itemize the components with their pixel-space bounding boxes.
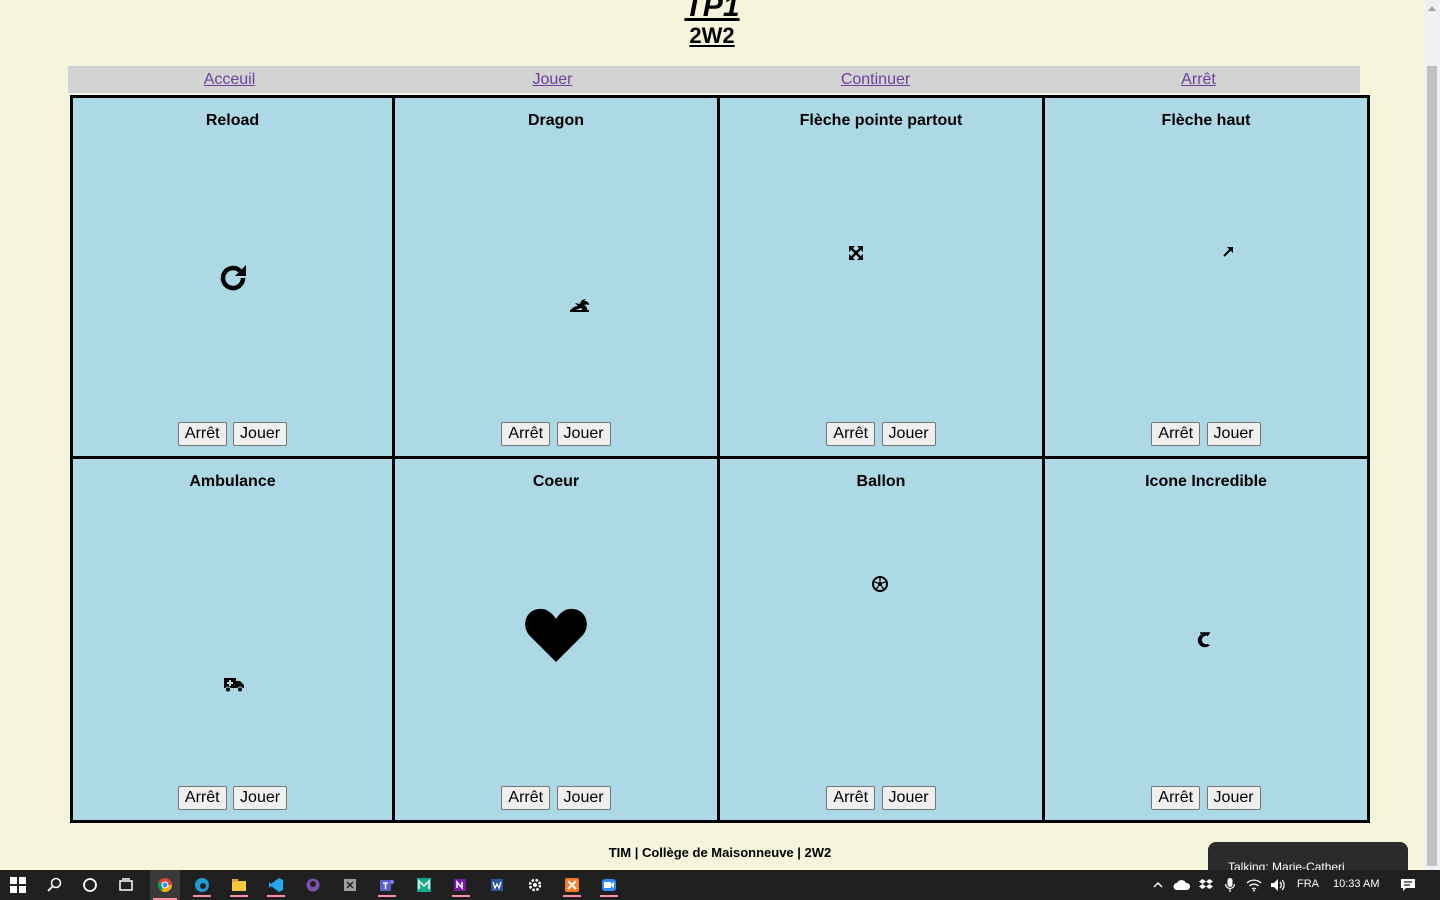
- play-button[interactable]: Jouer: [233, 786, 288, 810]
- play-button[interactable]: Jouer: [1206, 422, 1261, 446]
- soccer-ball-icon: [872, 576, 888, 592]
- volume-icon[interactable]: [1266, 873, 1290, 897]
- stop-button[interactable]: Arrêt: [501, 422, 551, 446]
- github-icon[interactable]: [301, 873, 325, 897]
- stop-button[interactable]: Arrêt: [1151, 786, 1201, 810]
- card-title: Dragon: [528, 112, 584, 129]
- play-button[interactable]: Jouer: [881, 422, 936, 446]
- card-controls: Arrêt Jouer: [1045, 422, 1367, 446]
- arrow-up-right-icon: [1223, 247, 1233, 257]
- card-ambulance: Ambulance Arrêt Jouer: [70, 456, 395, 823]
- main-nav: Acceuil Jouer Continuer Arrêt: [68, 66, 1360, 93]
- word-icon[interactable]: [486, 873, 510, 897]
- expand-arrows-icon: [849, 246, 863, 260]
- card-title: Ambulance: [189, 473, 276, 490]
- task-view-icon[interactable]: [114, 873, 138, 897]
- card-ballon: Ballon Arrêt Jouer: [717, 456, 1045, 823]
- card-title: Reload: [205, 112, 260, 129]
- card-title: Flèche haut: [1161, 112, 1251, 129]
- vertical-scrollbar[interactable]: [1424, 0, 1440, 870]
- stop-button[interactable]: Arrêt: [177, 422, 227, 446]
- vscode-icon[interactable]: [264, 873, 288, 897]
- chevron-up-icon[interactable]: [1146, 873, 1170, 897]
- language-indicator[interactable]: FRA: [1297, 878, 1319, 890]
- edge-icon[interactable]: [190, 873, 214, 897]
- card-controls: Arrêt Jouer: [73, 786, 392, 810]
- cortana-icon[interactable]: [78, 873, 102, 897]
- card-icone-incredible: Icone Incredible Arrêt Jouer: [1042, 456, 1370, 823]
- nav-link-jouer[interactable]: Jouer: [391, 66, 714, 93]
- play-button[interactable]: Jouer: [233, 422, 288, 446]
- teams-icon[interactable]: [375, 873, 399, 897]
- nav-link-acceuil[interactable]: Acceuil: [68, 66, 391, 93]
- xampp-icon[interactable]: [560, 873, 584, 897]
- card-fleche-pointe-partout: Flèche pointe partout Arrêt Jouer: [717, 95, 1045, 459]
- card-title: Icone Incredible: [1145, 473, 1267, 490]
- stop-button[interactable]: Arrêt: [177, 786, 227, 810]
- microphone-icon[interactable]: [1218, 873, 1242, 897]
- card-title: Coeur: [532, 473, 580, 490]
- maps-icon[interactable]: [412, 873, 436, 897]
- card-reload: Reload Arrêt Jouer: [70, 95, 395, 459]
- card-controls: Arrêt Jouer: [395, 422, 717, 446]
- heart-icon: [525, 608, 587, 662]
- play-button[interactable]: Jouer: [556, 786, 611, 810]
- page-subtitle: 2W2: [689, 23, 735, 48]
- nav-link-continuer[interactable]: Continuer: [714, 66, 1037, 93]
- play-button[interactable]: Jouer: [881, 786, 936, 810]
- page-title: TP1: [684, 0, 740, 23]
- stop-button[interactable]: Arrêt: [1151, 422, 1201, 446]
- play-button[interactable]: Jouer: [556, 422, 611, 446]
- scroll-up-icon[interactable]: [1428, 6, 1436, 11]
- chrome-icon[interactable]: [150, 870, 180, 900]
- onenote-icon[interactable]: [449, 873, 473, 897]
- card-fleche-haut: Flèche haut Arrêt Jouer: [1042, 95, 1370, 459]
- play-button[interactable]: Jouer: [1206, 786, 1261, 810]
- settings-gear-icon[interactable]: [523, 873, 547, 897]
- card-controls: Arrêt Jouer: [73, 422, 392, 446]
- stop-button[interactable]: Arrêt: [826, 422, 876, 446]
- clock[interactable]: 10:33 AM: [1333, 878, 1379, 890]
- notification-center-icon[interactable]: [1396, 873, 1420, 897]
- card-title: Ballon: [856, 473, 906, 490]
- onedrive-cloud-icon[interactable]: [1170, 873, 1194, 897]
- windows-taskbar: FRA 10:33 AM: [0, 870, 1440, 900]
- card-controls: Arrêt Jouer: [720, 786, 1042, 810]
- ambulance-icon: [224, 678, 244, 693]
- dropbox-icon[interactable]: [1194, 873, 1218, 897]
- card-coeur: Coeur Arrêt Jouer: [392, 456, 720, 823]
- stop-button[interactable]: Arrêt: [501, 786, 551, 810]
- page-header: TP1 2W2: [0, 0, 1424, 48]
- card-title: Flèche pointe partout: [799, 112, 963, 129]
- app-icon[interactable]: [338, 873, 362, 897]
- animation-grid: Reload Arrêt Jouer Dragon Arrêt Jouer Fl…: [70, 95, 1370, 823]
- stop-button[interactable]: Arrêt: [826, 786, 876, 810]
- scroll-thumb[interactable]: [1427, 66, 1437, 866]
- page: TP1 2W2 Acceuil Jouer Continuer Arrêt Re…: [0, 0, 1424, 870]
- nav-link-arret[interactable]: Arrêt: [1037, 66, 1360, 93]
- reload-icon: [220, 265, 246, 291]
- card-controls: Arrêt Jouer: [720, 422, 1042, 446]
- file-explorer-icon[interactable]: [227, 873, 251, 897]
- card-controls: Arrêt Jouer: [1045, 786, 1367, 810]
- windows-start-icon[interactable]: [6, 873, 30, 897]
- incredible-icon: [1197, 632, 1211, 648]
- search-icon[interactable]: [43, 873, 67, 897]
- dragon-icon: [570, 299, 589, 312]
- wifi-icon[interactable]: [1242, 873, 1266, 897]
- card-dragon: Dragon Arrêt Jouer: [392, 95, 720, 459]
- zoom-icon[interactable]: [597, 873, 621, 897]
- card-controls: Arrêt Jouer: [395, 786, 717, 810]
